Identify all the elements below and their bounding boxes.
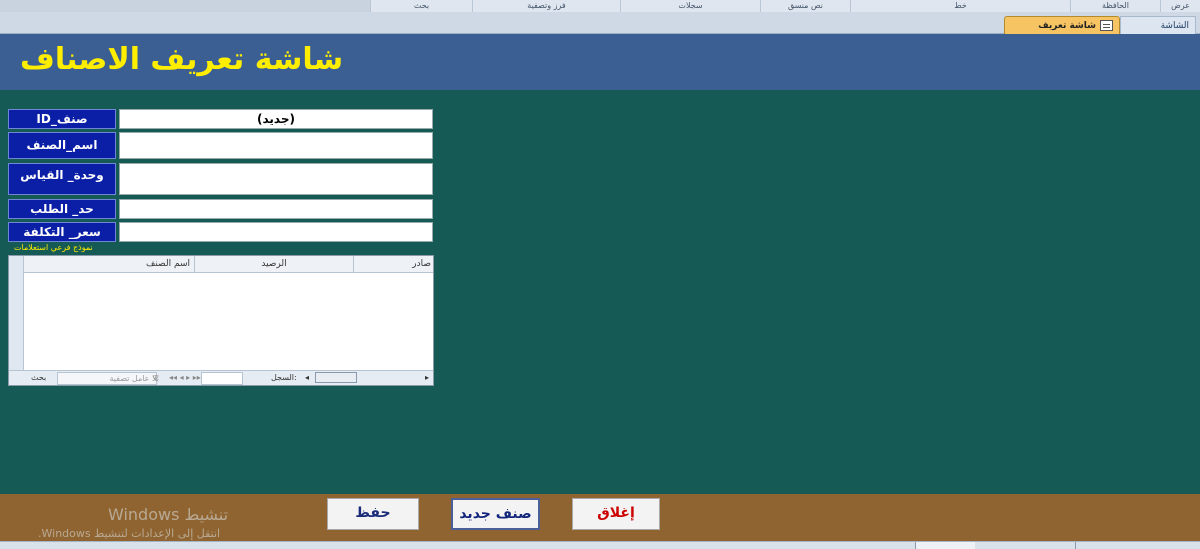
scroll-left-icon[interactable]: ◂	[305, 372, 309, 384]
filter-label: بلا عامل تصفية	[109, 374, 159, 383]
record-number-input[interactable]	[201, 372, 243, 385]
ribbon-group-sort-filter[interactable]: فرز وتصفية	[472, 0, 620, 12]
ribbon-left-area	[0, 0, 370, 12]
save-button[interactable]: حفظ	[327, 498, 419, 530]
activation-watermark-title: تنشيط Windows	[108, 505, 229, 524]
record-selector-column[interactable]	[9, 256, 24, 373]
ribbon-group-font[interactable]: خط	[850, 0, 1070, 12]
label-item-name: اسم_الصنف	[8, 132, 116, 159]
column-header-issued[interactable]: صادر	[353, 256, 435, 272]
horizontal-scrollbar-thumb[interactable]	[315, 372, 357, 383]
new-item-button[interactable]: صنف جديد	[451, 498, 540, 530]
tab-items-definition[interactable]: شاشة تعريف الاصناف	[1004, 16, 1120, 49]
record-navigation-bar: بحث ⛛ بلا عامل تصفية ◂◂ ◂ ▸ ▸▸ السجل: ◂ …	[9, 370, 433, 385]
scroll-right-icon[interactable]: ▸	[425, 372, 429, 384]
column-header-balance[interactable]: الرصيد	[194, 256, 353, 272]
cost-price-field[interactable]	[119, 222, 433, 242]
search-box-label[interactable]: بحث	[31, 372, 46, 384]
label-item-id: صنف_ID	[8, 109, 116, 129]
reorder-limit-field[interactable]	[119, 199, 433, 219]
label-reorder-limit: حد_ الطلب	[8, 199, 116, 219]
document-tab-bar: الشاشة الرئيسية شاشة تعريف الاصناف	[0, 12, 1200, 49]
label-cost-price: سعر_ التكلفة	[8, 222, 116, 242]
ribbon-group-rich-text[interactable]: نص منسق	[760, 0, 850, 12]
column-header-item-name[interactable]: اسم الصنف	[23, 256, 194, 272]
ribbon-group-find[interactable]: بحث	[370, 0, 472, 12]
form-icon	[1100, 20, 1113, 31]
form-header: شاشة تعريف الاصناف	[0, 34, 1200, 90]
item-name-field[interactable]	[119, 132, 433, 159]
close-button[interactable]: إغلاق	[572, 498, 660, 530]
subform-header: صادر الرصيد اسم الصنف	[23, 256, 433, 273]
activation-watermark-message: انتقل إلى الإعدادات لتنشيط Windows.	[38, 527, 221, 540]
label-unit-of-measure: وحدة_ القياس	[8, 163, 116, 195]
ribbon-group-records[interactable]: سجلات	[620, 0, 760, 12]
tab-home-screen[interactable]: الشاشة الرئيسية	[1120, 16, 1196, 49]
ribbon-group-view[interactable]: عرض	[1160, 0, 1200, 12]
ribbon-group-clipboard[interactable]: الحافظة	[1070, 0, 1160, 12]
record-label: السجل:	[271, 373, 297, 382]
nav-buttons[interactable]: ◂◂ ◂ ▸ ▸▸	[169, 372, 201, 384]
item-id-field[interactable]: (جديد)	[119, 109, 433, 129]
subform-caption: نموذج فرعي استعلامات	[14, 243, 93, 252]
page-title: شاشة تعريف الاصناف	[20, 42, 344, 77]
queries-subform[interactable]: صادر الرصيد اسم الصنف بحث ⛛ بلا عامل تصف…	[8, 255, 434, 386]
unit-of-measure-field[interactable]	[119, 163, 433, 195]
